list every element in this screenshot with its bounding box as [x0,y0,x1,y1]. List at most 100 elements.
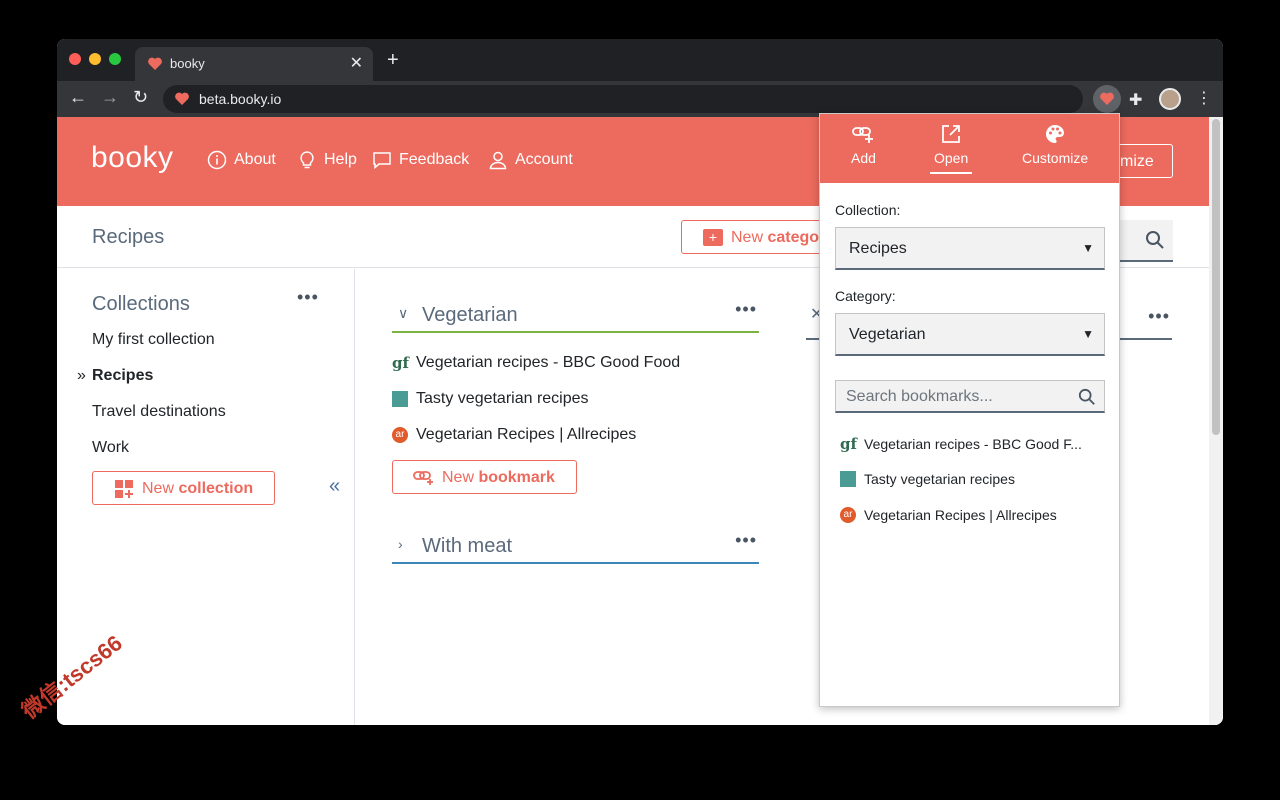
nav-help-label: Help [324,151,357,168]
collapse-sidebar-icon[interactable]: « [329,475,340,498]
address-bar[interactable]: beta.booky.io [163,85,1083,113]
booky-logo[interactable]: booky [91,141,174,175]
new-collection-bold: collection [178,480,254,497]
nav-feedback[interactable]: Feedback [372,150,469,170]
new-tab-icon[interactable]: + [387,49,399,72]
grid-plus-icon [115,480,133,498]
allrecipes-icon: ar [840,507,856,523]
category-more-icon[interactable]: ••• [735,530,757,551]
palette-icon [1046,125,1065,143]
tab-customize-label: Customize [1022,150,1089,166]
bookmark-label: Tasty vegetarian recipes [416,390,589,407]
reload-icon[interactable]: ↻ [133,87,148,108]
chevron-down-icon: ▼ [1082,327,1094,341]
category-select[interactable]: Vegetarian ▼ [835,313,1105,356]
maximize-window-button[interactable] [109,53,121,65]
tab-add-label: Add [851,150,876,166]
popup-bookmark-label: Vegetarian recipes - BBC Good F... [864,436,1082,452]
heart-icon [148,57,162,70]
chevron-right-icon[interactable]: › [398,536,403,552]
nav-account-label: Account [515,151,573,168]
back-icon[interactable]: ← [69,87,87,108]
bookmark-item[interactable]: ar Vegetarian Recipes | Allrecipes [392,426,636,444]
add-link-icon [852,127,874,143]
sidebar-item-work[interactable]: Work [92,439,129,457]
new-bookmark-prefix: New [442,469,479,486]
allrecipes-icon: ar [392,427,408,443]
profile-avatar[interactable] [1159,88,1181,110]
scrollbar-thumb[interactable] [1212,119,1220,435]
active-indicator: » [77,367,86,384]
popup-bookmark-item[interactable]: ar Vegetarian Recipes | Allrecipes [840,507,1057,523]
new-bookmark-button[interactable]: New bookmark [392,460,577,494]
minimize-window-button[interactable] [89,53,101,65]
collection-label: Collection: [835,202,901,218]
nav-about-label: About [234,151,276,168]
collections-more-icon[interactable]: ••• [297,287,319,308]
close-window-button[interactable] [69,53,81,65]
browser-tab[interactable]: booky ✕ [135,47,373,81]
category-header-vegetarian[interactable]: ∨ Vegetarian ••• [392,295,759,333]
new-category-button[interactable]: + New catego [681,220,841,254]
collections-heading: Collections [92,293,190,315]
add-link-icon [413,471,433,485]
booky-extension-popup: Add Open Customize Collection: Recipes ▼… [819,113,1120,707]
url-text: beta.booky.io [199,91,282,107]
collection-title: Recipes [92,226,165,248]
sidebar-item-my-first-collection[interactable]: My first collection [92,331,215,349]
bookmark-item[interactable]: Tasty vegetarian recipes [392,390,589,408]
collection-select[interactable]: Recipes ▼ [835,227,1105,270]
nav-about[interactable]: About [207,150,276,170]
info-icon [207,150,227,170]
bookmark-label: Vegetarian Recipes | Allrecipes [416,426,637,443]
category-name: With meat [422,535,513,557]
search-placeholder: Search bookmarks... [846,388,993,405]
bbc-good-food-icon: gf [840,435,857,453]
category-name: Vegetarian [422,304,518,326]
browser-menu-icon[interactable]: ⋮ [1196,88,1212,108]
category-more-icon[interactable]: ••• [735,299,757,320]
extensions-puzzle-icon[interactable]: ✚ [1129,90,1142,110]
close-tab-icon[interactable]: ✕ [350,53,363,73]
collection-select-value: Recipes [849,240,907,257]
booky-extension-button[interactable] [1093,85,1121,113]
browser-toolbar: ← → ↻ beta.booky.io ✚ ⋮ [57,81,1223,117]
category-select-value: Vegetarian [849,326,926,343]
chat-icon [373,152,391,170]
forward-icon[interactable]: → [101,87,119,108]
popup-bookmark-label: Tasty vegetarian recipes [864,471,1015,487]
sidebar-item-travel-destinations[interactable]: Travel destinations [92,403,226,421]
popup-bookmark-label: Vegetarian Recipes | Allrecipes [864,507,1057,523]
popup-bookmark-item[interactable]: Tasty vegetarian recipes [840,471,1015,487]
popup-search-input[interactable]: Search bookmarks... [835,380,1105,413]
tab-add[interactable]: Add [851,123,876,166]
customize-button-label: mize [1120,153,1154,170]
jamie-oliver-icon [392,391,408,407]
popup-bookmark-item[interactable]: gf Vegetarian recipes - BBC Good F... [840,435,1082,453]
heart-icon [175,92,189,105]
new-collection-button[interactable]: New collection [92,471,275,505]
search-icon [1146,231,1164,249]
search-icon [1078,388,1095,405]
tab-bar: booky ✕ + [57,39,1223,81]
bookmark-item[interactable]: gf Vegetarian recipes - BBC Good Food [392,354,680,372]
bbc-good-food-icon: gf [392,354,409,372]
tab-open-label: Open [934,150,969,166]
category-header-with-meat[interactable]: › With meat ••• [392,526,759,564]
category-more-icon[interactable]: ••• [1148,306,1170,327]
page-scrollbar[interactable] [1209,117,1223,725]
tab-title: booky [170,56,205,71]
chevron-down-icon: ▼ [1082,241,1094,255]
new-category-bold: catego [767,229,820,246]
nav-feedback-label: Feedback [399,151,470,168]
tab-customize[interactable]: Customize [1022,123,1088,166]
jamie-oliver-icon [840,471,856,487]
chevron-down-icon[interactable]: ∨ [398,305,408,322]
nav-account[interactable]: Account [488,150,573,170]
sidebar-item-recipes[interactable]: Recipes [92,367,153,385]
open-external-icon [942,125,961,143]
heart-icon [1100,92,1114,105]
nav-help[interactable]: Help [297,150,357,170]
new-bookmark-bold: bookmark [478,469,555,486]
tab-open[interactable]: Open [929,123,973,174]
